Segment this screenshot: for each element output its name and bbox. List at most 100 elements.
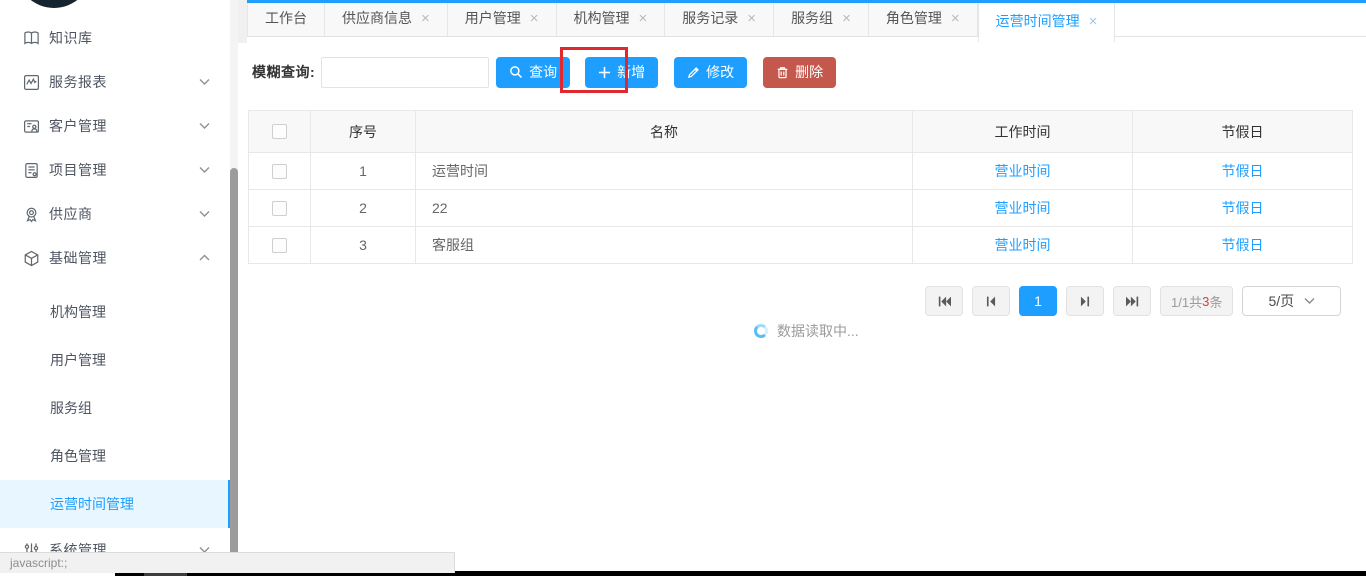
next-page-button[interactable] (1066, 286, 1104, 316)
customer-card-icon (23, 118, 40, 135)
table-header-row: 序号 名称 工作时间 节假日 (249, 111, 1353, 153)
tab-label: 服务组 (791, 8, 833, 28)
row-holiday-cell: 节假日 (1133, 153, 1353, 190)
next-page-icon (1079, 295, 1091, 308)
close-icon[interactable]: × (639, 11, 648, 26)
delete-button-label: 删除 (795, 62, 823, 82)
project-doc-icon (23, 162, 40, 179)
fuzzy-search-label: 模糊查询: (252, 62, 315, 82)
work-time-link[interactable]: 营业时间 (995, 237, 1051, 253)
sidebar: 知识库 服务报表 客户管理 项目管理 供应商 基础管理 (0, 0, 232, 576)
row-checkbox[interactable] (272, 238, 287, 253)
close-icon[interactable]: × (421, 11, 430, 26)
first-page-button[interactable] (925, 286, 963, 316)
sidebar-item-label: 角色管理 (50, 446, 106, 466)
query-button[interactable]: 查询 (496, 57, 570, 88)
sidebar-item-service-group[interactable]: 服务组 (0, 384, 232, 432)
tabs: 工作台 供应商信息 × 用户管理 × 机构管理 × 服务记录 × 服务组 × 角… (247, 0, 1115, 42)
tab-operating-time-management[interactable]: 运营时间管理 × (978, 0, 1116, 42)
tab-supplier-info[interactable]: 供应商信息 × (325, 0, 448, 36)
sidebar-item-basic-management[interactable]: 基础管理 (0, 236, 232, 280)
sidebar-item-customer-management[interactable]: 客户管理 (0, 104, 232, 148)
pagination-info-count: 3 (1202, 294, 1209, 309)
sidebar-item-label: 客户管理 (49, 116, 199, 136)
tab-org-management[interactable]: 机构管理 × (557, 0, 666, 36)
close-icon[interactable]: × (842, 11, 851, 26)
work-time-link[interactable]: 营业时间 (995, 163, 1051, 179)
column-header-work-time: 工作时间 (913, 111, 1133, 153)
select-all-header-cell (249, 111, 311, 153)
tab-user-management[interactable]: 用户管理 × (448, 0, 557, 36)
row-work-time-cell: 营业时间 (913, 227, 1133, 264)
spinner-icon (754, 324, 768, 338)
table-row: 2 22 营业时间 节假日 (249, 190, 1353, 227)
chevron-up-icon (199, 254, 210, 262)
row-work-time-cell: 营业时间 (913, 190, 1133, 227)
column-header-index: 序号 (311, 111, 416, 153)
tab-label: 用户管理 (465, 8, 521, 28)
row-holiday-cell: 节假日 (1133, 190, 1353, 227)
app-logo (17, 0, 91, 8)
close-icon[interactable]: × (951, 11, 960, 26)
row-holiday-cell: 节假日 (1133, 227, 1353, 264)
tab-label: 服务记录 (682, 8, 738, 28)
sidebar-scrollbar-thumb[interactable] (230, 168, 238, 560)
fuzzy-search-input[interactable] (321, 57, 489, 88)
tab-service-group[interactable]: 服务组 × (774, 0, 869, 36)
add-button[interactable]: 新增 (585, 57, 658, 88)
select-all-checkbox[interactable] (272, 124, 287, 139)
tab-label: 机构管理 (574, 8, 630, 28)
close-icon[interactable]: × (747, 11, 756, 26)
row-select-cell (249, 190, 311, 227)
delete-button[interactable]: 删除 (763, 57, 836, 88)
tabbar-left-gutter (238, 0, 247, 43)
page-size-select[interactable]: 5/页 (1242, 286, 1341, 316)
sidebar-item-suppliers[interactable]: 供应商 (0, 192, 232, 236)
sidebar-item-project-management[interactable]: 项目管理 (0, 148, 232, 192)
table-row: 3 客服组 营业时间 节假日 (249, 227, 1353, 264)
chevron-down-icon (1304, 297, 1315, 305)
last-page-button[interactable] (1113, 286, 1151, 316)
row-checkbox[interactable] (272, 201, 287, 216)
column-header-holiday: 节假日 (1133, 111, 1353, 153)
sidebar-item-service-reports[interactable]: 服务报表 (0, 60, 232, 104)
page-number-button[interactable]: 1 (1019, 286, 1057, 316)
work-time-link[interactable]: 营业时间 (995, 200, 1051, 216)
tab-label: 工作台 (265, 8, 307, 28)
column-header-name: 名称 (416, 111, 913, 153)
tab-service-records[interactable]: 服务记录 × (665, 0, 774, 36)
sidebar-item-label: 供应商 (49, 204, 199, 224)
tab-label: 角色管理 (886, 8, 942, 28)
tab-workbench[interactable]: 工作台 (247, 0, 325, 36)
add-button-label: 新增 (617, 62, 645, 82)
report-chart-icon (23, 74, 40, 91)
sidebar-item-operating-time-management[interactable]: 运营时间管理 (0, 480, 232, 528)
chevron-down-icon (199, 122, 210, 130)
page-size-value: 5/页 (1268, 291, 1294, 311)
pagination: 1 1/1共3条 5/页 (925, 286, 1341, 316)
first-page-icon (937, 295, 952, 308)
close-icon[interactable]: × (1089, 14, 1098, 29)
tab-label: 供应商信息 (342, 8, 412, 28)
sidebar-item-role-management[interactable]: 角色管理 (0, 432, 232, 480)
trash-icon (776, 66, 789, 79)
tab-role-management[interactable]: 角色管理 × (869, 0, 978, 36)
holiday-link[interactable]: 节假日 (1222, 163, 1264, 179)
supplier-medal-icon (23, 206, 40, 223)
close-icon[interactable]: × (530, 11, 539, 26)
sidebar-item-knowledge-base[interactable]: 知识库 (0, 16, 232, 60)
sidebar-item-user-management[interactable]: 用户管理 (0, 336, 232, 384)
row-index-cell: 1 (311, 153, 416, 190)
sidebar-item-org-management[interactable]: 机构管理 (0, 288, 232, 336)
sidebar-item-label: 运营时间管理 (50, 494, 134, 514)
row-checkbox[interactable] (272, 164, 287, 179)
query-button-label: 查询 (529, 62, 557, 82)
pagination-info-prefix: 1/1共 (1171, 292, 1202, 311)
edit-button[interactable]: 修改 (674, 57, 747, 88)
search-icon (509, 65, 523, 79)
row-select-cell (249, 153, 311, 190)
holiday-link[interactable]: 节假日 (1222, 237, 1264, 253)
prev-page-button[interactable] (972, 286, 1010, 316)
pencil-icon (687, 66, 700, 79)
holiday-link[interactable]: 节假日 (1222, 200, 1264, 216)
